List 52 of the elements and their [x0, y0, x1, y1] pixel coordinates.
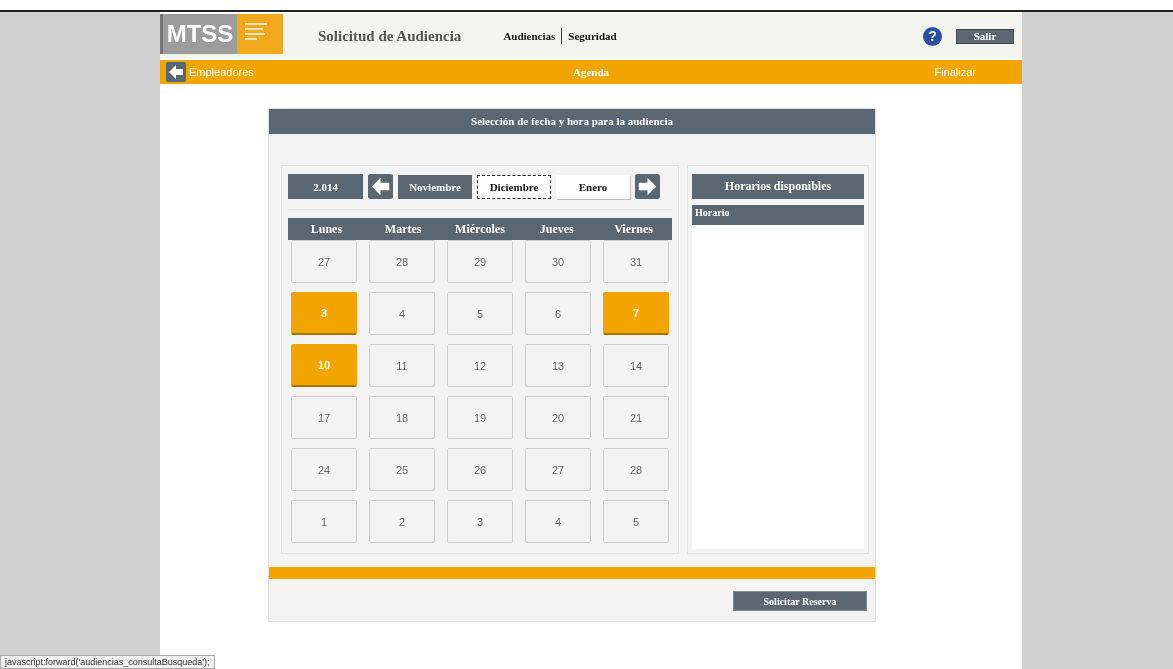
month-tab[interactable]: Enero [556, 174, 630, 199]
logo-text: MTSS [160, 14, 237, 54]
menu-link[interactable]: Seguridad [561, 28, 623, 44]
day-button[interactable]: 4 [525, 500, 591, 543]
day-button[interactable]: 28 [603, 448, 669, 491]
day-button[interactable]: 30 [525, 240, 591, 283]
logout-button[interactable]: Salir [956, 28, 1014, 44]
weekday-label: Lunes [309, 221, 344, 237]
day-button[interactable]: 5 [603, 500, 669, 543]
weekday-label: Jueves [538, 221, 575, 237]
day-button[interactable]: 19 [447, 396, 513, 439]
day-button[interactable]: 25 [369, 448, 435, 491]
weekday-label: Martes [383, 221, 423, 237]
day-button[interactable]: 12 [447, 344, 513, 387]
logo-mark-icon [237, 14, 283, 54]
day-button[interactable]: 11 [369, 344, 435, 387]
day-button[interactable]: 3 [447, 500, 513, 543]
day-button[interactable]: 6 [525, 292, 591, 335]
day-button[interactable]: 26 [447, 448, 513, 491]
weekday-label: Miércoles [454, 221, 506, 237]
month-tab[interactable]: Diciembre [477, 174, 551, 199]
day-button[interactable]: 21 [603, 396, 669, 439]
help-icon[interactable]: ? [923, 26, 942, 46]
day-button[interactable]: 2 [369, 500, 435, 543]
panel-title: Selección de fecha y hora para la audiencia [269, 109, 875, 134]
menu-link[interactable]: Audiencias [497, 28, 562, 44]
day-button[interactable]: 4 [369, 292, 435, 335]
day-button[interactable]: 27 [525, 448, 591, 491]
day-button[interactable]: 20 [525, 396, 591, 439]
submit-button[interactable]: Solicitar Reserva [733, 591, 867, 611]
day-button[interactable]: 28 [369, 240, 435, 283]
month-tab[interactable]: Noviembre [398, 174, 472, 199]
left-arrow-icon[interactable] [368, 174, 393, 199]
day-button[interactable]: 29 [447, 240, 513, 283]
status-bar: javascript:forward('audiencias_consultaBusqueda'); [0, 655, 215, 669]
day-button[interactable]: 14 [603, 344, 669, 387]
nav-title: Agenda [572, 66, 610, 78]
day-button[interactable]: 24 [291, 448, 357, 491]
column-header: Horario [692, 205, 864, 225]
app-title: Solicitud de Audiencia [318, 27, 462, 45]
day-button[interactable]: 18 [369, 396, 435, 439]
day-button[interactable]: 13 [525, 344, 591, 387]
weekday-label: Viernes [613, 221, 654, 237]
day-button[interactable]: 5 [447, 292, 513, 335]
day-button[interactable]: 17 [291, 396, 357, 439]
schedule-title: Horarios disponibles [692, 174, 864, 199]
day-button[interactable]: 27 [291, 240, 357, 283]
day-button[interactable]: 31 [603, 240, 669, 283]
left-arrow-icon[interactable] [166, 62, 186, 82]
year-label: 2.014 [288, 174, 363, 199]
right-arrow-icon[interactable] [635, 174, 660, 199]
day-button[interactable]: 1 [291, 500, 357, 543]
